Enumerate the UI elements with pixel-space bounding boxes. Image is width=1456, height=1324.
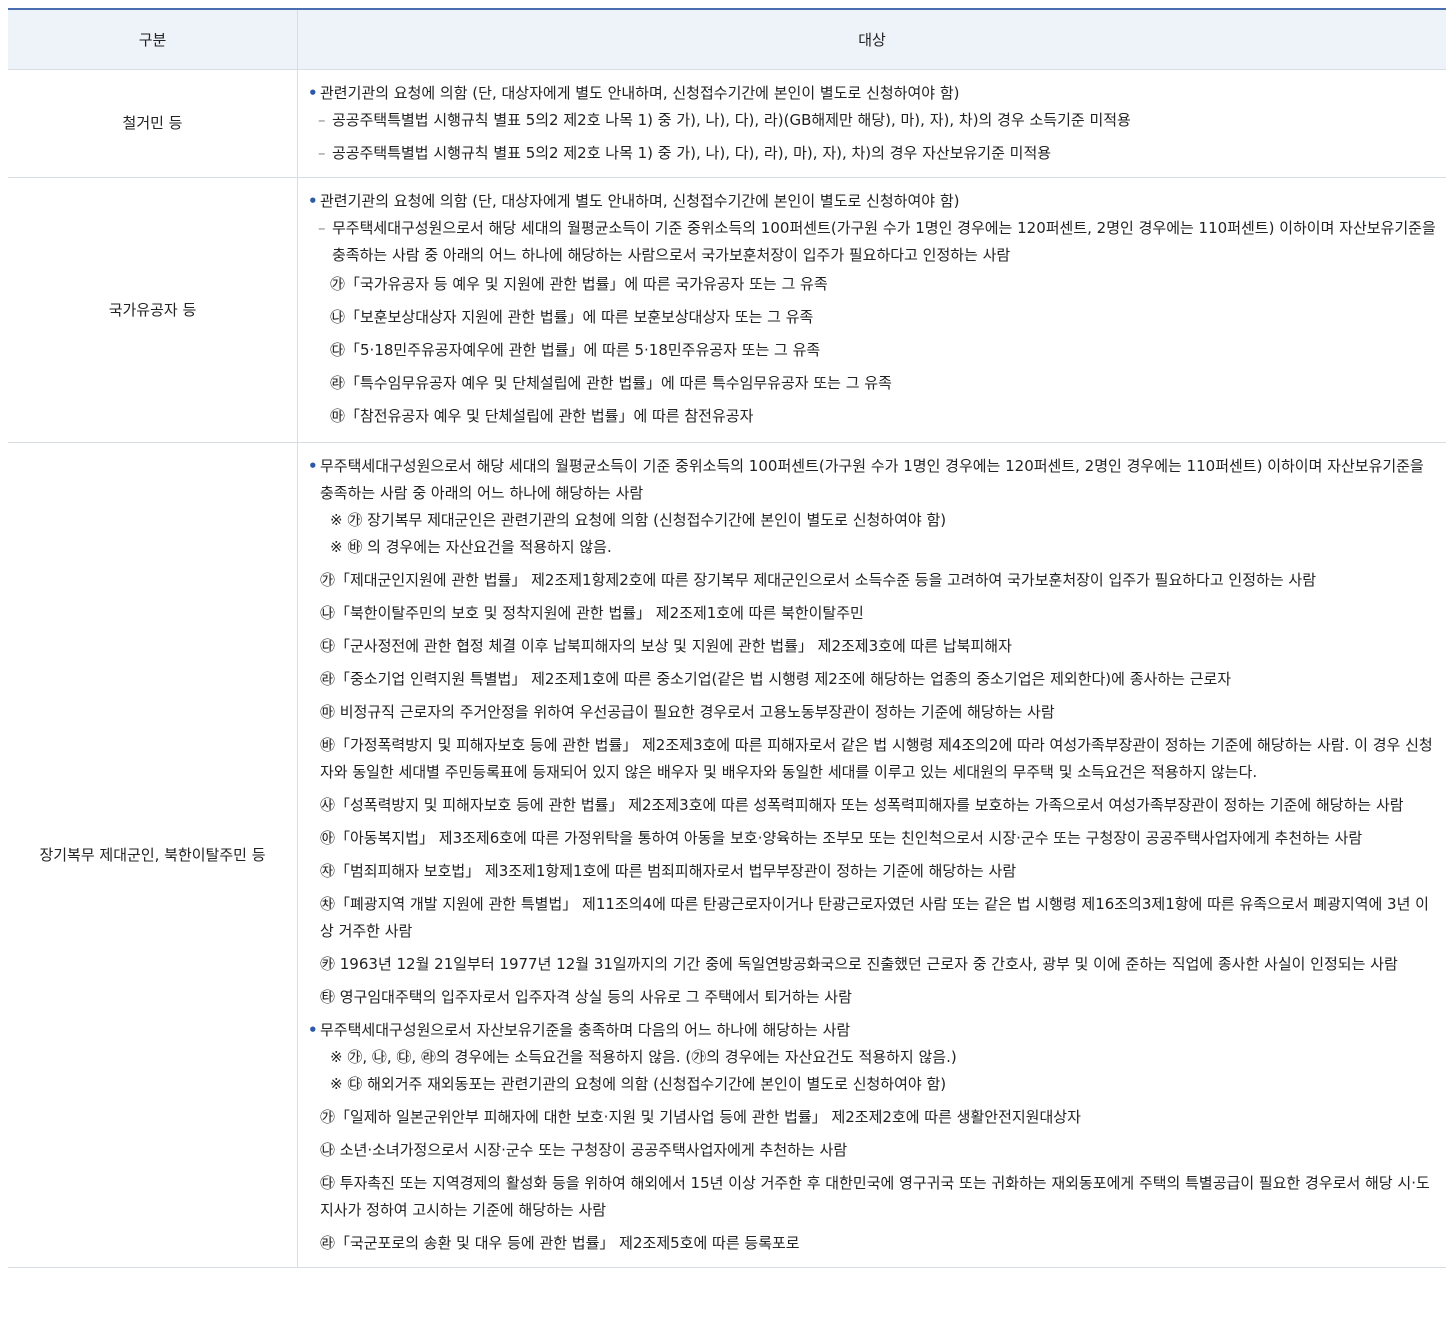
bullet-item: 무주택세대구성원으로서 해당 세대의 월평균소득이 기준 중위소득의 100퍼센… <box>308 453 1440 507</box>
note-item: ※ ㉰ 해외거주 재외동포는 관련기관의 요청에 의함 (신청접수기간에 본인이… <box>330 1075 947 1093</box>
list-item: ㉲「참전유공자 예우 및 단체설립에 관한 법률」에 따른 참전유공자 <box>330 407 754 425</box>
bullet-item: 관련기관의 요청에 의함 (단, 대상자에게 별도 안내하며, 신청접수기간에 … <box>308 80 1440 107</box>
dash-item: 공공주택특별법 시행규칙 별표 5의2 제2호 나목 1) 중 가), 나), … <box>308 140 1440 167</box>
row-content: 무주택세대구성원으로서 해당 세대의 월평균소득이 기준 중위소득의 100퍼센… <box>297 442 1446 1268</box>
list-item: ㉶「범죄피해자 보호법」 제3조제1항제1호에 따른 범죄피해자로서 법무부장관… <box>320 862 1017 880</box>
list-item: ㉱「특수임무유공자 예우 및 단체설립에 관한 법률」에 따른 특수임무유공자 … <box>330 374 892 392</box>
dash-item: 공공주택특별법 시행규칙 별표 5의2 제2호 나목 1) 중 가), 나), … <box>308 107 1440 134</box>
dash-item: 무주택세대구성원으로서 해당 세대의 월평균소득이 기준 중위소득의 100퍼센… <box>308 215 1440 269</box>
table-row: 국가유공자 등 관련기관의 요청에 의함 (단, 대상자에게 별도 안내하며, … <box>8 177 1446 443</box>
table-row: 장기복무 제대군인, 북한이탈주민 등 무주택세대구성원으로서 해당 세대의 월… <box>8 442 1446 1268</box>
row-category: 장기복무 제대군인, 북한이탈주민 등 <box>8 442 298 1268</box>
row-category: 철거민 등 <box>8 69 298 178</box>
eligibility-table: 구분 대상 철거민 등 관련기관의 요청에 의함 (단, 대상자에게 별도 안내… <box>8 8 1446 1268</box>
table-row: 철거민 등 관련기관의 요청에 의함 (단, 대상자에게 별도 안내하며, 신청… <box>8 69 1446 178</box>
list-item: ㉮「제대군인지원에 관한 법률」 제2조제1항제2호에 따른 장기복무 제대군인… <box>320 571 1316 589</box>
header-category: 구분 <box>8 9 298 70</box>
bullet-item: 무주택세대구성원으로서 자산보유기준을 충족하며 다음의 어느 하나에 해당하는… <box>308 1017 1440 1044</box>
list-item: ㉯ 소년·소녀가정으로서 시장·군수 또는 구청장이 공공주택사업자에게 추천하… <box>320 1141 848 1159</box>
list-item: ㉮「일제하 일본군위안부 피해자에 대한 보호·지원 및 기념사업 등에 관한 … <box>320 1108 1081 1126</box>
list-item: ㉰「군사정전에 관한 협정 체결 이후 납북피해자의 보상 및 지원에 관한 법… <box>320 637 1012 655</box>
list-item: ㉹ 영구임대주택의 입주자로서 입주자격 상실 등의 사유로 그 주택에서 퇴거… <box>320 988 852 1006</box>
list-item: ㉵「아동복지법」 제3조제6호에 따른 가정위탁을 통하여 아동을 보호·양육하… <box>320 829 1363 847</box>
list-item: ㉸ 1963년 12월 21일부터 1977년 12월 31일까지의 기간 중에… <box>320 955 1398 973</box>
list-item: ㉱「중소기업 인력지원 특별법」 제2조제1호에 따른 중소기업(같은 법 시행… <box>320 670 1232 688</box>
list-item: ㉳「가정폭력방지 및 피해자보호 등에 관한 법률」 제2조제3호에 따른 피해… <box>320 736 1433 781</box>
note-item: ※ ㉮ 장기복무 제대군인은 관련기관의 요청에 의함 (신청접수기간에 본인이… <box>330 511 947 529</box>
list-item: ㉷「폐광지역 개발 지원에 관한 특별법」 제11조의4에 따른 탄광근로자이거… <box>320 895 1429 940</box>
row-content: 관련기관의 요청에 의함 (단, 대상자에게 별도 안내하며, 신청접수기간에 … <box>297 69 1446 178</box>
list-item: ㉰ 투자촉진 또는 지역경제의 활성화 등을 위하여 해외에서 15년 이상 거… <box>320 1174 1430 1219</box>
note-item: ※ ㉮, ㉯, ㉰, ㉱의 경우에는 소득요건을 적용하지 않음. (㉮의 경우… <box>330 1048 957 1066</box>
note-item: ※ ㉳ 의 경우에는 자산요건을 적용하지 않음. <box>330 538 612 556</box>
list-item: ㉮「국가유공자 등 예우 및 지원에 관한 법률」에 따른 국가유공자 또는 그… <box>330 275 828 293</box>
row-content: 관련기관의 요청에 의함 (단, 대상자에게 별도 안내하며, 신청접수기간에 … <box>297 177 1446 443</box>
list-item: ㉱「국군포로의 송환 및 대우 등에 관한 법률」 제2조제5호에 따른 등록포… <box>320 1234 800 1252</box>
list-item: ㉯「북한이탈주민의 보호 및 정착지원에 관한 법률」 제2조제1호에 따른 북… <box>320 604 864 622</box>
list-item: ㉴「성폭력방지 및 피해자보호 등에 관한 법률」 제2조제3호에 따른 성폭력… <box>320 796 1404 814</box>
list-item: ㉲ 비정규직 근로자의 주거안정을 위하여 우선공급이 필요한 경우로서 고용노… <box>320 703 1055 721</box>
list-item: ㉯「보훈보상대상자 지원에 관한 법률」에 따른 보훈보상대상자 또는 그 유족 <box>330 308 814 326</box>
header-target: 대상 <box>297 9 1446 70</box>
bullet-item: 관련기관의 요청에 의함 (단, 대상자에게 별도 안내하며, 신청접수기간에 … <box>308 188 1440 215</box>
list-item: ㉰「5·18민주유공자예우에 관한 법률」에 따른 5·18민주유공자 또는 그… <box>330 341 821 359</box>
table-header-row: 구분 대상 <box>8 9 1446 70</box>
row-category: 국가유공자 등 <box>8 177 298 443</box>
